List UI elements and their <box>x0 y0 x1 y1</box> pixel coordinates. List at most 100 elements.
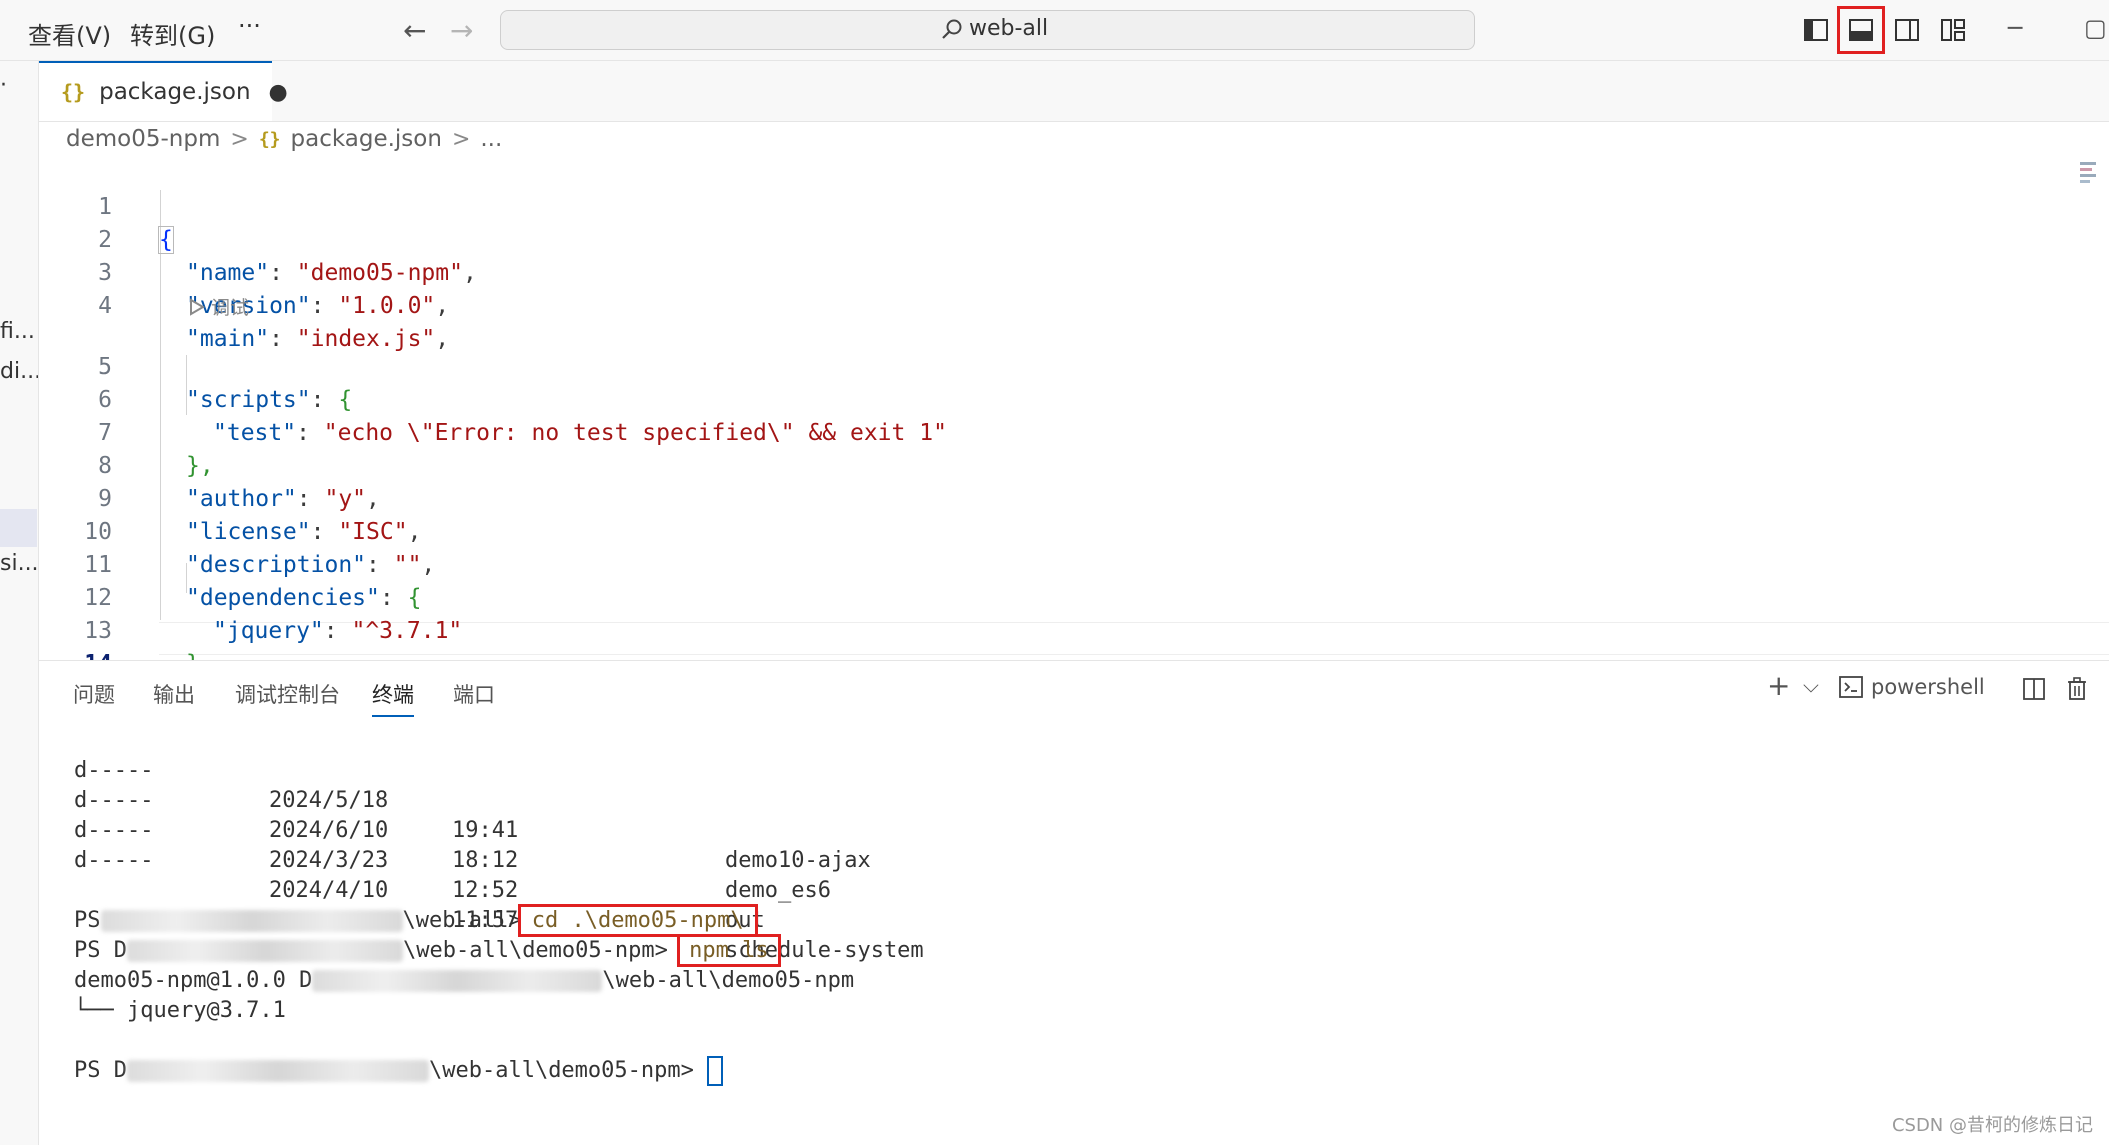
code-line: 3 "version": "1.0.0", <box>39 224 2079 319</box>
watermark: CSDN @昔柯的修炼日记 <box>1891 1115 2093 1136</box>
comma: , <box>435 293 450 319</box>
toggle-primary-sidebar-icon[interactable] <box>1798 12 1834 48</box>
listing-time: 19:41 <box>452 818 519 843</box>
json-value: "1.0.0" <box>338 293 436 319</box>
menu-more[interactable]: ··· <box>238 12 261 40</box>
prompt-ps: PS D <box>74 938 127 963</box>
editor-tab-bar: {} package.json ● <box>39 61 2109 122</box>
tab-output[interactable]: 输出 <box>153 679 195 709</box>
terminal-tree-line: └── jquery@3.7.1 <box>74 998 286 1023</box>
terminal-listing-row: d----- 2024/3/23 12:52 out <box>74 786 765 933</box>
prompt-ps: PS D <box>74 1058 127 1083</box>
code-line: 14 } <box>39 615 2079 711</box>
code-line: 2 "name": "demo05-npm", <box>39 191 2079 286</box>
shell-label: powershell <box>1871 675 1985 699</box>
terminal-cursor <box>707 1056 724 1086</box>
tab-terminal[interactable]: 终端 <box>372 679 414 717</box>
code-line: 13 } <box>39 582 2079 677</box>
code-line: 1 { <box>39 158 2079 254</box>
command-npm-ls: npm ls <box>677 934 781 967</box>
trash-icon[interactable] <box>2066 677 2088 701</box>
code-line: 11 "dependencies": { <box>39 516 2079 611</box>
listing-mode: d----- <box>74 848 154 873</box>
unsaved-dot-icon[interactable]: ● <box>269 80 288 105</box>
menu-goto[interactable]: 转到(G) <box>130 16 215 51</box>
restore-icon[interactable]: ▢ <box>2084 14 2107 42</box>
code-line: 5 "scripts": { <box>39 318 2079 413</box>
code-line: 7 }, <box>39 384 2079 479</box>
terminal-listing-row: d----- 2024/4/10 11:57 schedule-system <box>74 816 924 963</box>
terminal-prompt-line: PS D \web-all\demo05-npm> npm ls <box>74 934 781 967</box>
code-line: 12 "jquery": "^3.7.1" <box>39 549 2079 644</box>
terminal-icon <box>1839 676 1863 698</box>
code-line: 4 "main": "index.js", <box>39 257 2079 352</box>
package-path: \web-all\demo05-npm <box>602 968 855 993</box>
terminal-prompt-line[interactable]: PS D \web-all\demo05-npm> <box>74 1056 724 1086</box>
prompt-path: \web-all\demo05-npm> <box>428 1058 694 1083</box>
code-line: 10 "description": "", <box>39 483 2079 578</box>
minimize-icon[interactable]: ─ <box>2008 14 2022 42</box>
colon: : <box>310 293 339 319</box>
command-center-search[interactable]: web-all <box>500 10 1475 50</box>
breadcrumb-folder[interactable]: demo05-npm <box>66 126 220 152</box>
listing-date: 2024/6/10 <box>269 818 389 843</box>
play-icon <box>190 297 205 316</box>
json-file-icon: {} <box>258 128 281 150</box>
listing-date: 2024/4/10 <box>269 878 389 903</box>
code-editor[interactable]: 1 { 2 "name": "demo05-npm", 3 "version":… <box>39 158 2109 711</box>
sidebar-fragment: · <box>0 73 7 98</box>
terminal-output-line: demo05-npm@1.0.0 D \web-all\demo05-npm <box>74 966 854 996</box>
listing-date: 2024/5/18 <box>269 788 389 813</box>
redacted-path <box>100 910 403 932</box>
sidebar-item-fragment[interactable]: si... <box>0 551 38 576</box>
code-line: 9 "license": "ISC", <box>39 450 2079 545</box>
sidebar-item-fragment[interactable]: fi... <box>0 319 35 344</box>
package-name: demo05-npm@1.0.0 D <box>74 968 313 993</box>
chevron-down-icon[interactable]: ⌵ <box>1803 673 1819 698</box>
search-icon <box>942 19 962 39</box>
terminal-listing-row: d----- 2024/6/10 18:12 demo_es6 <box>74 756 831 903</box>
back-arrow-icon[interactable]: ← <box>403 14 426 47</box>
codelens-label: 调试 <box>211 297 250 319</box>
breadcrumb-symbols[interactable]: ... <box>480 126 502 152</box>
listing-name: demo10-ajax <box>725 848 871 873</box>
terminal-selector[interactable]: powershell <box>1839 675 1985 699</box>
listing-time: 18:12 <box>452 848 519 873</box>
terminal-prompt-line: PS \web-all> cd .\demo05-npm\ <box>74 904 758 937</box>
sidebar: · fi... di... si... <box>0 61 39 1145</box>
terminal-listing-row: d----- 2024/5/18 19:41 demo10-ajax <box>74 726 871 873</box>
code-line: 8 "author": "y", <box>39 417 2079 512</box>
prompt-path: \web-all> <box>402 908 522 933</box>
bottom-panel: 问题 输出 调试控制台 终端 端口 + ⌵ powershell ··· d--… <box>39 660 2109 1146</box>
tab-package-json[interactable]: {} package.json ● <box>39 61 288 121</box>
title-bar: 查看(V) 转到(G) ··· ← → web-all ─ ▢ <box>0 0 2109 61</box>
split-terminal-icon[interactable] <box>2022 677 2046 701</box>
tab-ports[interactable]: 端口 <box>453 679 495 709</box>
search-text: web-all <box>969 16 1049 41</box>
command-cd: cd .\demo05-npm\ <box>517 904 758 937</box>
listing-date: 2024/3/23 <box>269 848 389 873</box>
minimap-icon[interactable] <box>2078 160 2100 186</box>
sidebar-item-fragment[interactable]: di... <box>0 359 38 384</box>
breadcrumb: demo05-npm > {} package.json > ... <box>66 126 502 152</box>
json-file-icon: {} <box>61 80 86 104</box>
code-line: 6 "test": "echo \"Error: no test specifi… <box>39 351 2079 446</box>
tab-label: package.json <box>99 79 251 105</box>
tab-debug-console[interactable]: 调试控制台 <box>235 679 340 709</box>
chevron-right-icon: > <box>451 126 471 152</box>
breadcrumb-file[interactable]: package.json <box>291 126 442 152</box>
redacted-path <box>126 1060 429 1082</box>
new-terminal-button[interactable]: + <box>1767 669 1790 702</box>
sidebar-selected-item[interactable] <box>0 509 37 547</box>
tab-problems[interactable]: 问题 <box>73 679 115 709</box>
redacted-path <box>126 940 403 962</box>
prompt-ps: PS <box>74 908 101 933</box>
customize-layout-icon[interactable] <box>1935 12 1971 48</box>
listing-name: demo_es6 <box>725 878 831 903</box>
toggle-secondary-sidebar-icon[interactable] <box>1889 12 1925 48</box>
debug-codelens[interactable]: 调试 <box>189 293 249 320</box>
forward-arrow-icon[interactable]: → <box>450 14 473 47</box>
toggle-panel-icon[interactable] <box>1837 6 1885 54</box>
menu-view[interactable]: 查看(V) <box>28 16 111 51</box>
redacted-path <box>312 970 603 992</box>
